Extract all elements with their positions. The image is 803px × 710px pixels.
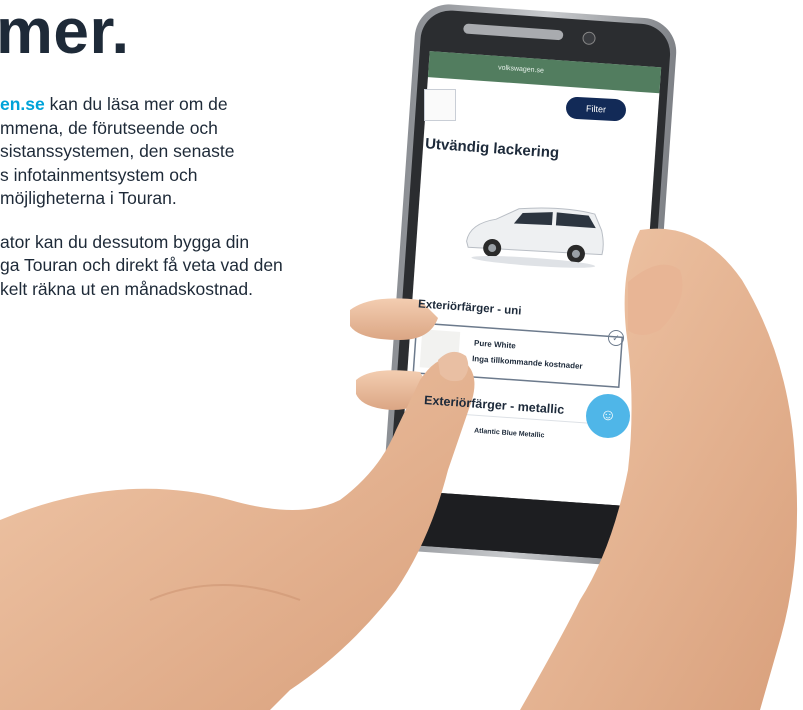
vw-logo-icon xyxy=(424,89,456,121)
section-title: Utvändig lackering xyxy=(424,135,560,162)
next-color-name: Atlantic Blue Metallic xyxy=(473,427,545,440)
color-cost-note: Inga tillkommande kostnader xyxy=(471,354,583,371)
url-bar: volkswagen.se xyxy=(497,64,545,75)
metallic-colors-heading: Exteriörfärger - metallic xyxy=(423,393,565,417)
uni-colors-heading: Exteriörfärger - uni xyxy=(417,298,522,318)
filter-button[interactable]: Filter xyxy=(565,96,627,122)
phone-screen: volkswagen.se Filter Utvändig lackering … xyxy=(0,0,803,710)
selected-check-icon: ✓ xyxy=(608,330,624,346)
color-name: Pure White xyxy=(473,338,517,351)
chat-fab-button[interactable]: ☺ xyxy=(586,394,630,438)
chat-icon: ☺ xyxy=(599,407,617,424)
